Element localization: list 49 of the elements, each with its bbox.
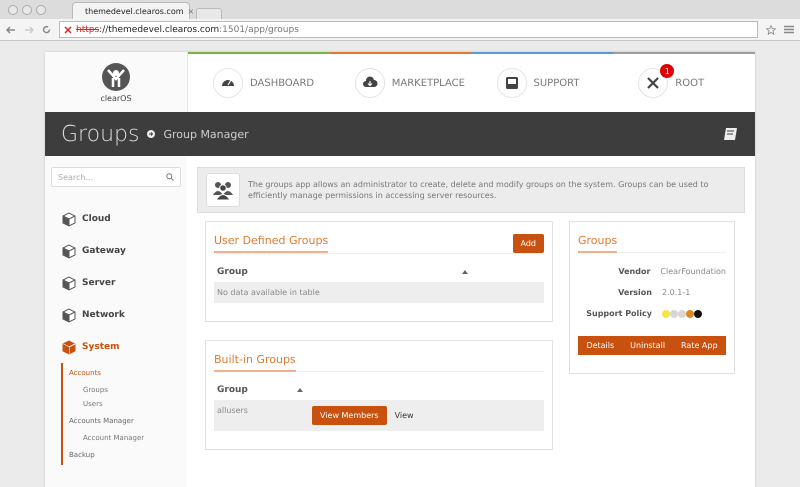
action-button[interactable]: Uninstall — [622, 336, 674, 355]
book-icon[interactable] — [723, 126, 739, 142]
panel-title: Groups — [578, 234, 618, 253]
field-value: ClearFoundation — [660, 267, 726, 276]
arrow-circle-icon — [147, 130, 156, 138]
field-label: Support Policy — [585, 309, 653, 318]
logo-text: clearOS — [100, 94, 132, 102]
sidebar-item[interactable]: Cloud — [45, 203, 187, 235]
view-link[interactable]: View — [394, 411, 414, 420]
cube-icon — [62, 212, 76, 226]
empty-table-message: No data available in table — [217, 288, 320, 297]
window-close-control[interactable] — [8, 4, 18, 14]
page-subtitle: Group Manager — [163, 128, 250, 140]
window-minimize-control[interactable] — [22, 4, 32, 14]
field-label: Version — [617, 288, 653, 297]
cube-icon — [62, 308, 76, 322]
bookmark-star-icon[interactable] — [766, 24, 776, 34]
cube-icon — [62, 340, 76, 354]
field-value: 2.0.1-1 — [662, 288, 690, 297]
inbox-icon — [504, 75, 520, 91]
window-zoom-control[interactable] — [36, 4, 46, 14]
info-text: The groups app allows an administrator to create, delete and modify groups on the system. Groups can be used to efficiently manage permissions in accessing server resources. — [248, 178, 710, 202]
users-icon — [212, 180, 234, 200]
notification-badge: 1 — [660, 64, 674, 78]
search-icon — [166, 173, 174, 181]
sidebar-item[interactable]: Network — [45, 299, 187, 331]
panel-title: Built-in Groups — [214, 353, 296, 372]
column-header[interactable]: Group — [217, 267, 462, 277]
cube-icon — [62, 244, 76, 258]
panel-title: User Defined Groups — [214, 234, 328, 253]
table-cell-text: allusers — [217, 406, 249, 415]
action-button[interactable]: Rate App — [673, 336, 726, 355]
view-members-button[interactable]: View Members — [312, 406, 387, 425]
close-icon[interactable]: × — [188, 6, 194, 16]
cube-icon — [62, 276, 76, 290]
search-field[interactable]: Search... — [51, 167, 181, 187]
address-bar[interactable]: https://themedevel.clearos.com:1501/app/groups — [59, 21, 758, 38]
field-label: Vendor — [617, 267, 652, 276]
sidebar-item[interactable]: System — [45, 331, 187, 363]
sort-caret-icon[interactable] — [297, 388, 303, 392]
logo-icon — [101, 62, 131, 92]
page-title: Groups — [61, 122, 140, 146]
column-header[interactable]: Group — [217, 385, 297, 395]
add-button[interactable]: Add — [512, 234, 544, 253]
menu-icon[interactable] — [784, 25, 794, 34]
sidebar-item[interactable]: Server — [45, 267, 187, 299]
sidebar-item[interactable]: Gateway — [45, 235, 187, 267]
action-button[interactable]: Details — [578, 336, 622, 355]
sort-caret-icon[interactable] — [462, 270, 468, 274]
